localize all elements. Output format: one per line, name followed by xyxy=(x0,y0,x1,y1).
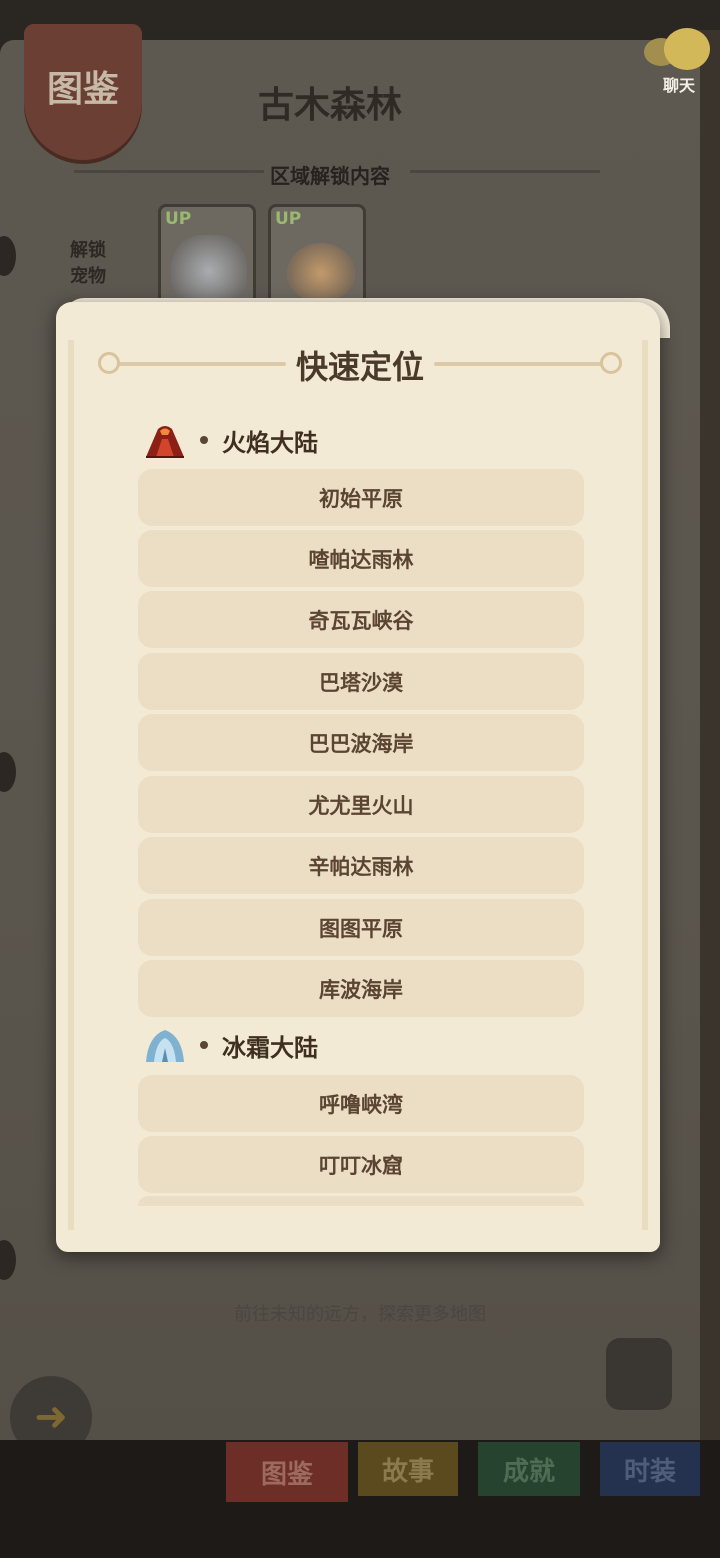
area-button[interactable]: 奇瓦瓦峡谷 xyxy=(138,591,584,648)
area-button[interactable]: 叮叮冰窟 xyxy=(138,1136,584,1193)
region-list[interactable]: 火焰大陆 初始平原 喳帕达雨林 奇瓦瓦峡谷 巴塔沙漠 巴巴波海岸 尤尤里火山 辛… xyxy=(138,410,584,1206)
area-button[interactable]: 巴塔沙漠 xyxy=(138,653,584,710)
area-button[interactable]: 库波海岸 xyxy=(138,960,584,1017)
section-header: 火焰大陆 xyxy=(138,412,318,468)
area-button[interactable]: 呼噜峡湾 xyxy=(138,1075,584,1132)
ornament-curl xyxy=(98,352,120,374)
volcano-icon xyxy=(146,426,184,458)
area-button[interactable]: 图图平原 xyxy=(138,899,584,956)
section-name: 冰霜大陆 xyxy=(222,1033,318,1062)
ornament-curl xyxy=(600,352,622,374)
section-name: 火焰大陆 xyxy=(222,428,318,457)
modal-title: 快速定位 xyxy=(295,348,424,386)
next-item-peek xyxy=(138,1196,584,1206)
area-button[interactable]: 喳帕达雨林 xyxy=(138,530,584,587)
glacier-icon xyxy=(146,1030,184,1062)
bullet-dot xyxy=(200,1041,208,1049)
bullet-dot xyxy=(200,436,208,444)
area-button[interactable]: 辛帕达雨林 xyxy=(138,837,584,894)
area-button[interactable]: 尤尤里火山 xyxy=(138,776,584,833)
area-button[interactable]: 巴巴波海岸 xyxy=(138,714,584,771)
area-button[interactable]: 初始平原 xyxy=(138,469,584,526)
section-header: 冰霜大陆 xyxy=(138,1017,318,1073)
